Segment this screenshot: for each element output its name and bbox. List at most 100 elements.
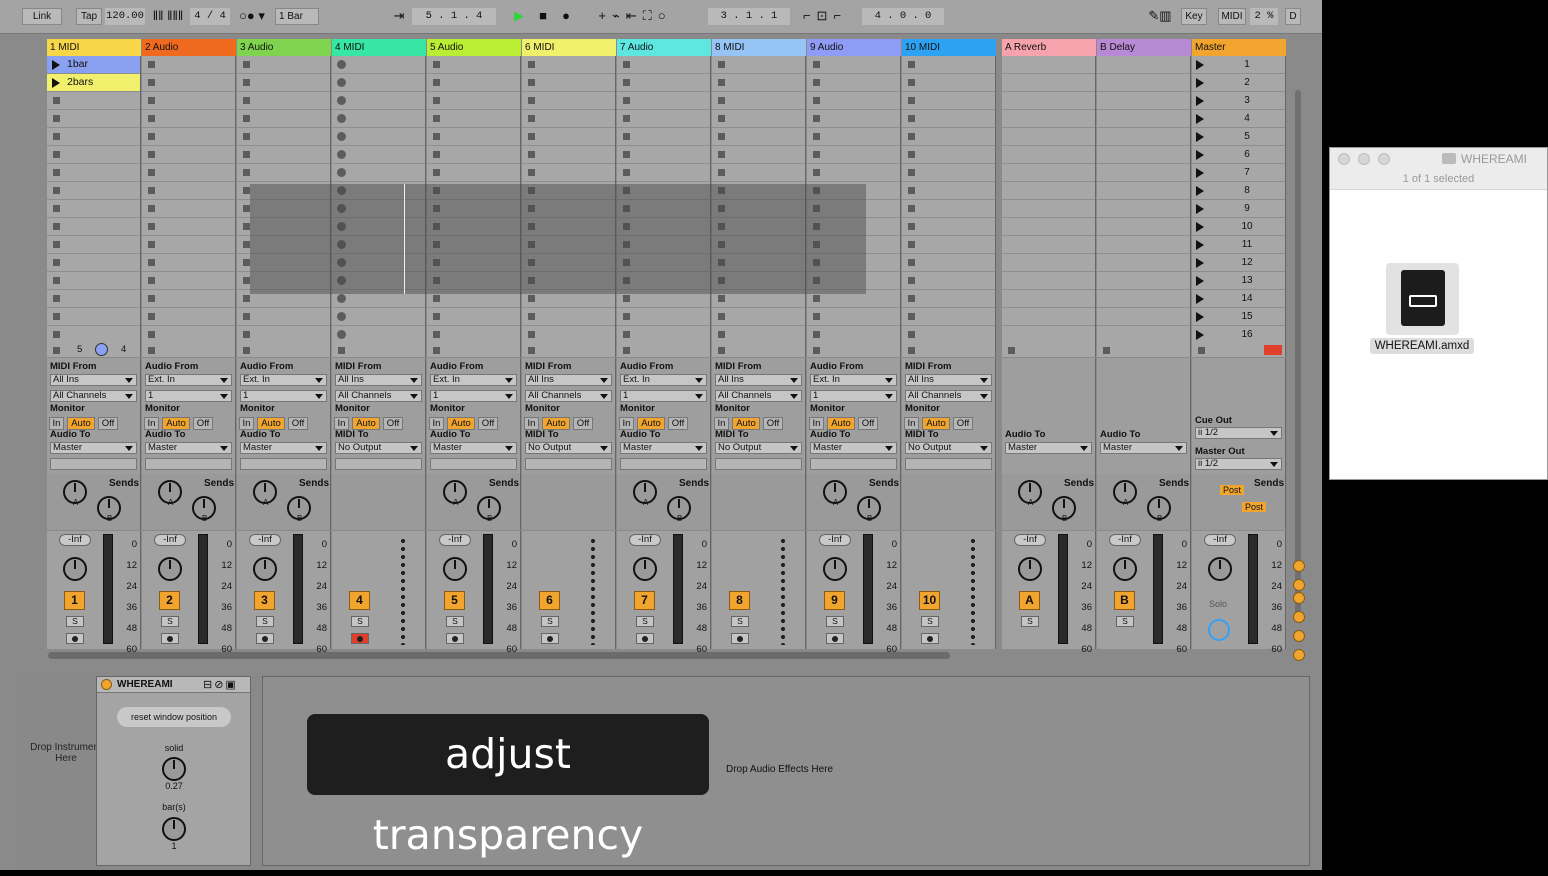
arm-button[interactable]: [66, 633, 84, 644]
clip-stop-icon[interactable]: [813, 115, 820, 122]
track-name-field[interactable]: [240, 458, 327, 470]
clip-stop-icon[interactable]: [908, 277, 915, 284]
monitor-auto-button[interactable]: Auto: [637, 417, 665, 430]
metronome-icon[interactable]: ○● ▾: [234, 7, 270, 25]
clip-stop-icon[interactable]: [243, 259, 250, 266]
track-name-field[interactable]: [715, 458, 802, 470]
pan-knob[interactable]: [158, 557, 182, 581]
clip-stop-icon[interactable]: [433, 313, 440, 320]
clip-stop-icon[interactable]: [243, 169, 250, 176]
clip-slot[interactable]: [807, 92, 900, 110]
monitor-auto-button[interactable]: Auto: [447, 417, 475, 430]
clip-stop-icon[interactable]: [813, 61, 820, 68]
key-map-button[interactable]: Key: [1181, 8, 1207, 25]
input-channel-menu[interactable]: All Channels: [905, 390, 992, 402]
clip-slot[interactable]: [427, 128, 520, 146]
clip-stop-icon[interactable]: [433, 115, 440, 122]
clip-stop-icon[interactable]: [908, 313, 915, 320]
clip-stop-icon[interactable]: [623, 295, 630, 302]
track-header-9-audio[interactable]: 9 Audio: [807, 39, 901, 56]
input-channel-menu[interactable]: All Channels: [715, 390, 802, 402]
clip-slot[interactable]: [1002, 74, 1095, 92]
input-source-menu[interactable]: Ext. In: [430, 374, 517, 386]
clip-stop-icon[interactable]: [148, 97, 155, 104]
clip-stop-icon[interactable]: [243, 277, 250, 284]
scene-launch[interactable]: 11: [1192, 236, 1285, 254]
clip-stop-icon[interactable]: [243, 151, 250, 158]
clip-slot[interactable]: [1002, 164, 1095, 182]
clip-slot[interactable]: [1002, 290, 1095, 308]
clip-stop-icon[interactable]: [148, 241, 155, 248]
clip-stop-icon[interactable]: [718, 331, 725, 338]
clip-slot[interactable]: [902, 146, 995, 164]
clip-stop-icon[interactable]: [813, 331, 820, 338]
clip-slot[interactable]: [1002, 236, 1095, 254]
scene-play-icon[interactable]: [1196, 60, 1204, 70]
clip-slot[interactable]: [617, 74, 710, 92]
output-menu[interactable]: No Output: [905, 442, 992, 454]
clip-slot[interactable]: [237, 326, 330, 344]
output-menu[interactable]: Master: [240, 442, 327, 454]
output-menu[interactable]: No Output: [715, 442, 802, 454]
input-channel-menu[interactable]: 1: [620, 390, 707, 402]
scene-play-icon[interactable]: [1196, 276, 1204, 286]
monitor-in-button[interactable]: In: [334, 417, 349, 430]
volume-readout[interactable]: -Inf: [1204, 534, 1236, 546]
stop-all-icon[interactable]: [1008, 347, 1015, 354]
solo-button[interactable]: S: [161, 616, 179, 627]
arm-button[interactable]: [921, 633, 939, 644]
clip-slot[interactable]: [47, 218, 140, 236]
track-name-field[interactable]: [145, 458, 232, 470]
clip-slot[interactable]: [47, 308, 140, 326]
clip-slot[interactable]: [332, 146, 425, 164]
clip-stop-icon[interactable]: [337, 60, 346, 69]
clip-stop-icon[interactable]: [53, 151, 60, 158]
clip-stop-icon[interactable]: [53, 205, 60, 212]
monitor-in-button[interactable]: In: [904, 417, 919, 430]
arm-button[interactable]: [636, 633, 654, 644]
clip-stop-icon[interactable]: [243, 331, 250, 338]
stop-all-icon[interactable]: [433, 347, 440, 354]
clip-slot[interactable]: [522, 110, 615, 128]
scene-launch[interactable]: 12: [1192, 254, 1285, 272]
clip-stop-icon[interactable]: [53, 277, 60, 284]
clip-slot[interactable]: [617, 308, 710, 326]
clip-slot[interactable]: [142, 56, 235, 74]
clip-stop-icon[interactable]: [528, 97, 535, 104]
clip-slot[interactable]: [332, 128, 425, 146]
clip-slot[interactable]: [142, 128, 235, 146]
clip-slot[interactable]: [237, 110, 330, 128]
clip-slot[interactable]: [807, 326, 900, 344]
clip-stop-icon[interactable]: [623, 115, 630, 122]
volume-readout[interactable]: -Inf: [1014, 534, 1046, 546]
clip-slot[interactable]: [712, 110, 805, 128]
clip-slot[interactable]: [142, 272, 235, 290]
track-name-field[interactable]: [620, 458, 707, 470]
stop-all-icon[interactable]: [1198, 347, 1205, 354]
clip-slot[interactable]: [902, 218, 995, 236]
clip-stop-icon[interactable]: [243, 61, 250, 68]
monitor-auto-button[interactable]: Auto: [542, 417, 570, 430]
monitor-off-button[interactable]: Off: [478, 417, 498, 430]
scene-launch[interactable]: 5: [1192, 128, 1285, 146]
track-header-3-audio[interactable]: 3 Audio: [237, 39, 331, 56]
track-activator-5[interactable]: 5: [444, 591, 465, 610]
clip-stop-icon[interactable]: [908, 259, 915, 266]
clip-slot[interactable]: [712, 326, 805, 344]
clip-stop-icon[interactable]: [148, 223, 155, 230]
clip-slot[interactable]: 2bars: [47, 74, 140, 92]
track-activator-B[interactable]: B: [1114, 591, 1135, 610]
clip-stop-icon[interactable]: [148, 295, 155, 302]
clip-stop-icon[interactable]: [337, 330, 346, 339]
volume-readout[interactable]: -Inf: [629, 534, 661, 546]
clip-stop-icon[interactable]: [53, 313, 60, 320]
returns-icon[interactable]: [1293, 592, 1305, 604]
clip-slot[interactable]: [332, 110, 425, 128]
arm-button[interactable]: [161, 633, 179, 644]
clip-slot[interactable]: [1002, 182, 1095, 200]
input-source-menu[interactable]: All Ins: [525, 374, 612, 386]
mixer-icon[interactable]: [1293, 611, 1305, 623]
output-menu[interactable]: Master: [1005, 442, 1092, 454]
follow-icon[interactable]: ⇥: [388, 7, 410, 25]
track-header-5-audio[interactable]: 5 Audio: [427, 39, 521, 56]
